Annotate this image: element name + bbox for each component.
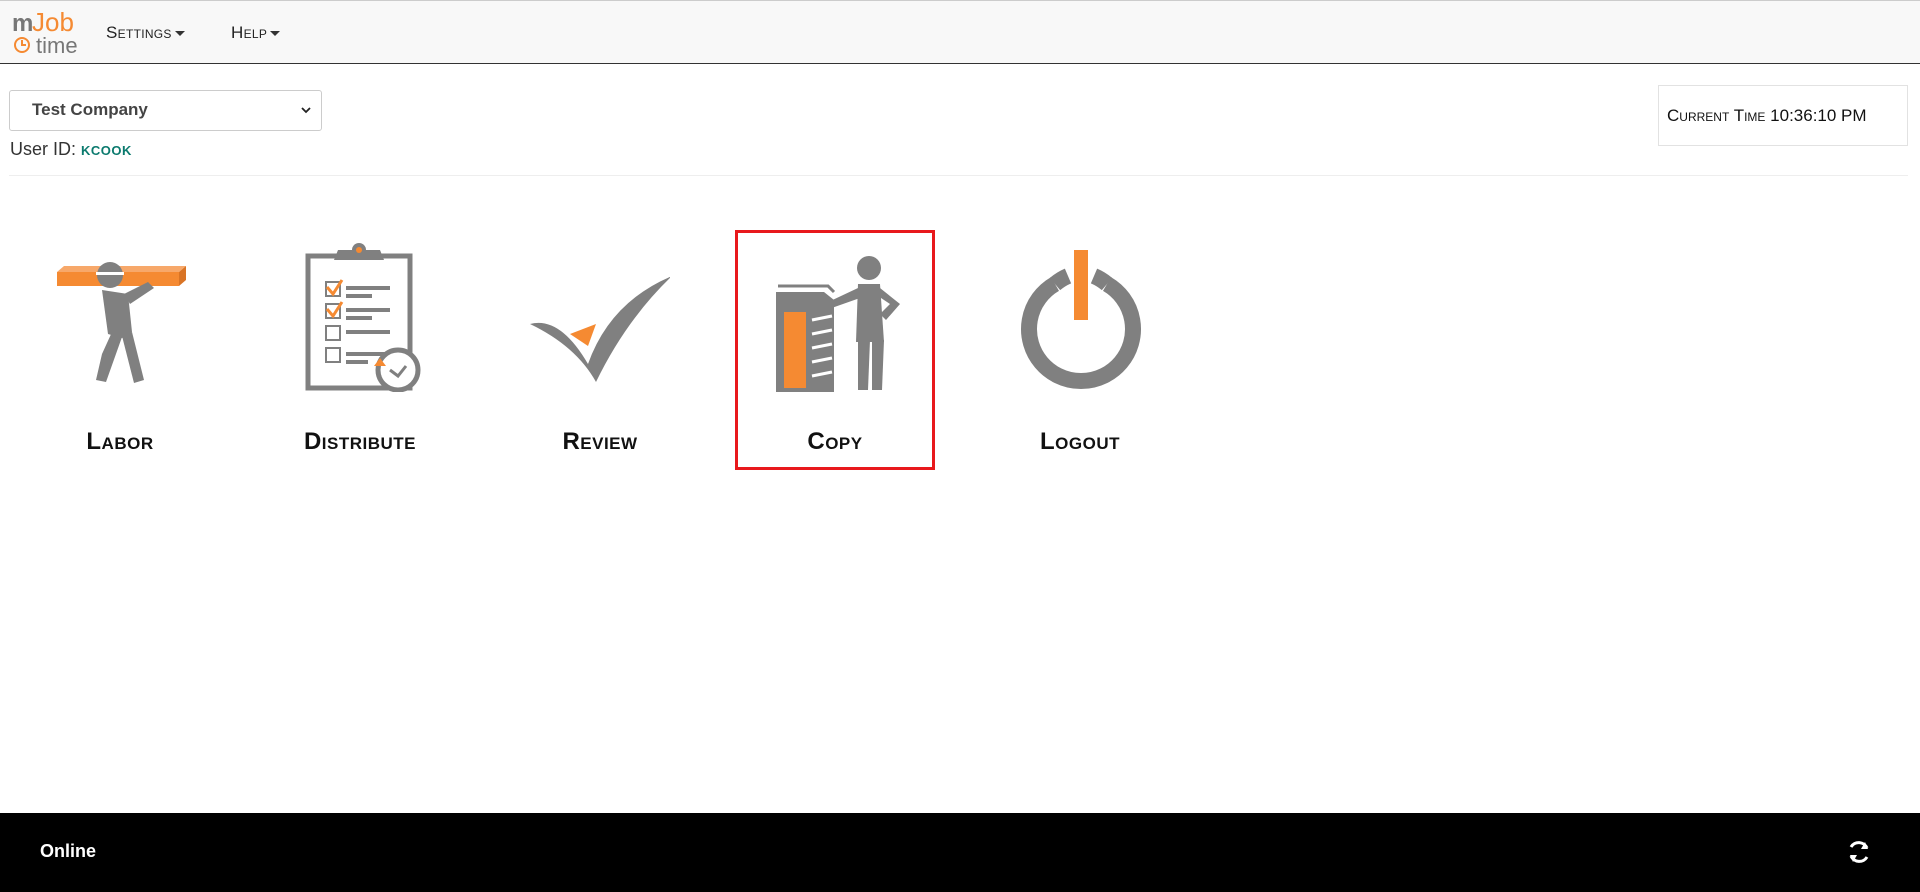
current-time-label: Current Time — [1667, 106, 1766, 125]
checkmark-icon — [530, 276, 670, 382]
tile-labor-label: Labor — [86, 428, 154, 455]
top-navbar: m Job time Settings Help — [0, 0, 1920, 64]
footer-bar: Online — [0, 813, 1920, 892]
chevron-down-icon — [301, 107, 311, 114]
settings-menu-label: Settings — [106, 23, 172, 42]
tile-labor[interactable]: Labor — [20, 230, 220, 470]
person-copier-icon — [776, 256, 900, 392]
current-time-box: Current Time 10:36:10 PM — [1658, 85, 1908, 146]
tile-logout-label: Logout — [1040, 428, 1120, 455]
tile-copy[interactable]: Copy — [735, 230, 935, 470]
tile-review[interactable]: Review — [500, 230, 700, 470]
user-id-label: User ID: — [10, 139, 77, 159]
chevron-down-icon — [174, 31, 185, 37]
tile-logout[interactable]: Logout — [980, 230, 1180, 470]
settings-menu[interactable]: Settings — [106, 23, 185, 43]
tile-review-label: Review — [562, 428, 638, 455]
refresh-icon[interactable] — [1846, 839, 1872, 865]
clipboard-checklist-icon — [305, 243, 421, 392]
user-id: User ID: kcook — [10, 139, 132, 160]
logo-m: m — [12, 10, 33, 37]
connection-status: Online — [40, 841, 97, 861]
divider — [9, 175, 1908, 176]
worker-carrying-lumber-icon — [57, 262, 186, 383]
help-menu-label: Help — [231, 23, 268, 42]
tile-copy-label: Copy — [807, 428, 863, 455]
help-menu[interactable]: Help — [231, 23, 281, 43]
current-time-value: 10:36:10 PM — [1770, 106, 1867, 125]
tile-distribute[interactable]: Distribute — [260, 230, 460, 470]
company-select[interactable]: Test Company — [9, 90, 322, 131]
logo-time: time — [36, 33, 78, 58]
tile-distribute-label: Distribute — [303, 428, 417, 455]
chevron-down-icon — [270, 31, 281, 37]
company-select-value: Test Company — [32, 100, 148, 119]
user-id-value: kcook — [81, 139, 132, 159]
power-icon — [1021, 250, 1141, 390]
mjobtime-logo[interactable]: m Job time — [12, 5, 92, 59]
